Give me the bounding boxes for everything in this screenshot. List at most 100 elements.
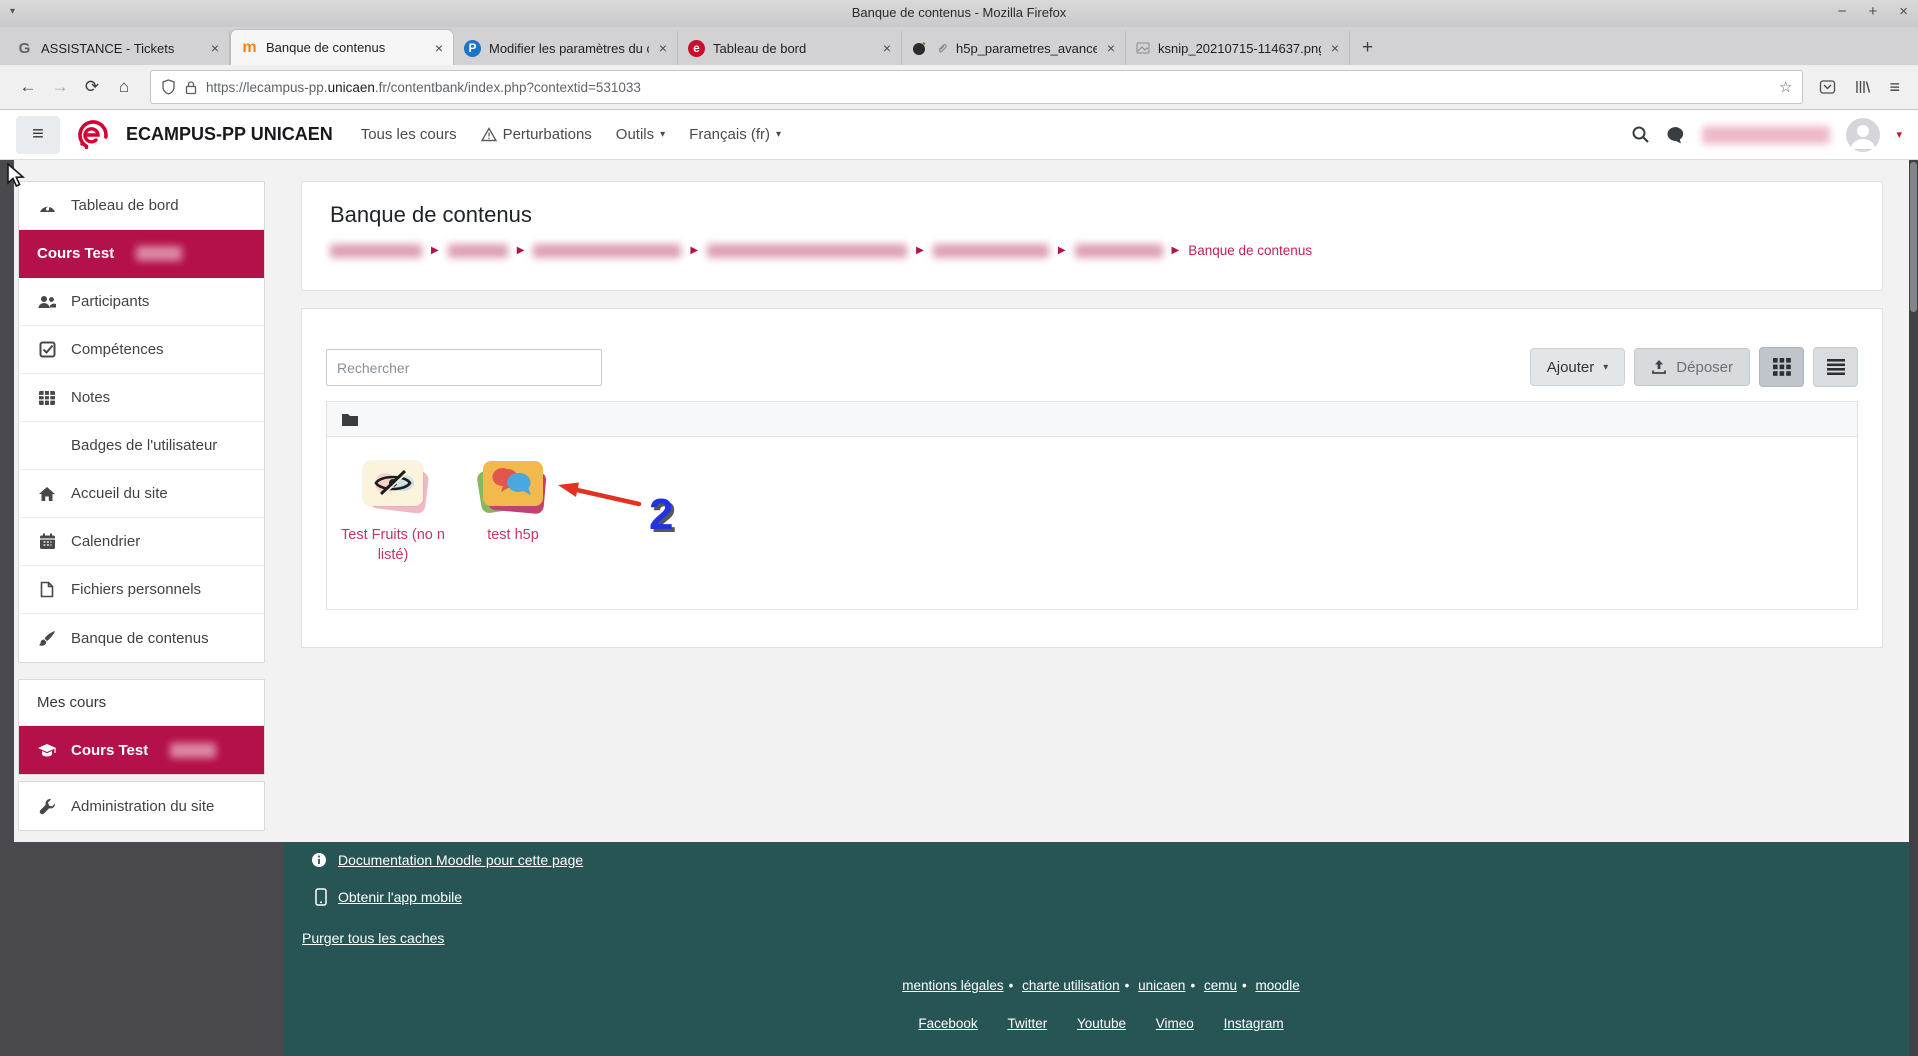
page-scrollbar[interactable] xyxy=(1909,160,1918,1056)
sidebar-item-tableau-de-bord[interactable]: Tableau de bord xyxy=(19,182,264,230)
avatar[interactable] xyxy=(1846,118,1880,152)
moodle-favicon: m xyxy=(241,39,258,56)
home-button[interactable]: ⌂ xyxy=(108,77,140,97)
window-maximize-button[interactable]: + xyxy=(1868,3,1877,20)
messages-icon[interactable] xyxy=(1666,126,1686,144)
tab-close-icon[interactable]: × xyxy=(881,40,893,56)
sidebar-item-competences[interactable]: Compétences xyxy=(19,326,264,374)
sidebar-item-administration[interactable]: Administration du site xyxy=(19,782,264,830)
tab-close-icon[interactable]: × xyxy=(1105,40,1117,56)
app-menu-icon[interactable]: ≡ xyxy=(1889,77,1900,98)
upload-button[interactable]: Déposer xyxy=(1634,348,1750,386)
nav-drawer: Tableau de bord Cours Test Participants xyxy=(18,181,265,831)
my-courses-block: Mes cours Cours Test xyxy=(18,679,265,775)
file-icon xyxy=(37,581,57,598)
tab-close-icon[interactable]: × xyxy=(209,40,221,56)
content-item-label[interactable]: test h5p xyxy=(487,526,539,546)
redacted-breadcrumb-segment[interactable] xyxy=(933,244,1049,258)
breadcrumb-arrow-icon: ▶ xyxy=(431,245,439,256)
sidebar-item-badges[interactable]: Badges de l'utilisateur xyxy=(19,422,264,470)
mobile-app-link[interactable]: Obtenir l'app mobile xyxy=(338,889,462,905)
tab-close-icon[interactable]: × xyxy=(433,40,445,56)
pocket-icon[interactable] xyxy=(1819,79,1836,95)
nav-outils-dropdown[interactable]: Outils▾ xyxy=(616,126,665,143)
redacted-course-suffix xyxy=(136,246,182,261)
tab-modifier-parametres[interactable]: P Modifier les paramètres du co × xyxy=(454,31,678,65)
link-instagram[interactable]: Instagram xyxy=(1224,1016,1284,1031)
redacted-breadcrumb-segment[interactable] xyxy=(707,244,907,258)
tab-ksnip-image[interactable]: ksnip_20210715-114637.png (Ima × xyxy=(1126,31,1350,65)
site-admin-block: Administration du site xyxy=(18,781,265,831)
sidebar-item-my-course-cours-test[interactable]: Cours Test xyxy=(19,726,264,774)
back-button[interactable]: ← xyxy=(12,77,44,97)
moodle-docs-link[interactable]: Documentation Moodle pour cette page xyxy=(338,852,583,868)
library-icon[interactable] xyxy=(1854,79,1871,95)
link-unicaen[interactable]: unicaen xyxy=(1138,978,1185,993)
forward-button[interactable]: → xyxy=(44,77,76,97)
redacted-course-suffix xyxy=(170,743,216,758)
sidebar-item-fichiers-personnels[interactable]: Fichiers personnels xyxy=(19,566,264,614)
scrollbar-thumb[interactable] xyxy=(1910,162,1917,312)
tab-banque-de-contenus[interactable]: m Banque de contenus × xyxy=(230,29,454,65)
content-item-test-h5p[interactable]: test h5p xyxy=(457,461,569,546)
link-moodle[interactable]: moodle xyxy=(1255,978,1299,993)
sidebar-item-cours-test[interactable]: Cours Test xyxy=(19,230,264,278)
tab-close-icon[interactable]: × xyxy=(657,40,669,56)
nav-perturbations[interactable]: Perturbations xyxy=(481,126,592,143)
tab-tableau-de-bord[interactable]: e Tableau de bord × xyxy=(678,31,902,65)
link-cemu[interactable]: cemu xyxy=(1204,978,1237,993)
nav-drawer-toggle-button[interactable]: ≡ xyxy=(16,116,60,154)
sidebar-item-notes[interactable]: Notes xyxy=(19,374,264,422)
tab-h5p-parametres[interactable]: h5p_parametres_avances [ × xyxy=(902,31,1126,65)
link-twitter[interactable]: Twitter xyxy=(1007,1016,1047,1031)
ecampus-favicon: e xyxy=(688,40,705,57)
content-item-test-fruits[interactable]: Test Fruits (no n listé) xyxy=(337,461,449,565)
redacted-breadcrumb-segment[interactable] xyxy=(448,244,508,258)
tab-label: Modifier les paramètres du co xyxy=(489,41,649,56)
grid-view-button[interactable] xyxy=(1759,347,1804,387)
link-vimeo[interactable]: Vimeo xyxy=(1156,1016,1194,1031)
content-list: Test Fruits (no n listé) xyxy=(326,401,1858,610)
link-youtube[interactable]: Youtube xyxy=(1077,1016,1126,1031)
purge-caches-link[interactable]: Purger tous les caches xyxy=(302,930,444,946)
link-charte-utilisation[interactable]: charte utilisation xyxy=(1022,978,1120,993)
shield-icon[interactable] xyxy=(161,79,176,95)
redacted-breadcrumb-segment[interactable] xyxy=(1075,244,1163,258)
window-close-button[interactable]: × xyxy=(1899,3,1908,20)
site-brand[interactable]: ECAMPUS-PP UNICAEN xyxy=(126,124,333,145)
content-list-header[interactable] xyxy=(327,402,1857,437)
new-tab-button[interactable]: + xyxy=(1362,37,1373,59)
site-favicon: G xyxy=(16,40,33,57)
redacted-breadcrumb-segment[interactable] xyxy=(533,244,681,258)
nav-language-dropdown[interactable]: Français (fr)▾ xyxy=(689,126,781,143)
username-redacted[interactable] xyxy=(1702,126,1830,144)
bookmark-star-icon[interactable]: ☆ xyxy=(1779,78,1792,96)
sidebar-item-participants[interactable]: Participants xyxy=(19,278,264,326)
search-input[interactable] xyxy=(326,349,602,386)
list-view-button[interactable] xyxy=(1813,347,1858,387)
user-menu-caret-icon[interactable]: ▾ xyxy=(1896,128,1902,141)
url-bar[interactable]: https://lecampus-pp.unicaen.fr/contentba… xyxy=(150,70,1803,104)
link-mentions-legales[interactable]: mentions légales xyxy=(902,978,1003,993)
window-minimize-button[interactable]: − xyxy=(1838,3,1847,20)
page-footer: Documentation Moodle pour cette page Obt… xyxy=(284,842,1918,1056)
tab-assistance[interactable]: G ASSISTANCE - Tickets × xyxy=(6,31,230,65)
social-links: Facebook Twitter Youtube Vimeo Instagram xyxy=(284,1016,1918,1031)
reload-button[interactable]: ⟳ xyxy=(76,77,108,97)
lock-icon[interactable] xyxy=(184,80,198,95)
search-icon[interactable] xyxy=(1631,125,1650,144)
tab-close-icon[interactable]: × xyxy=(1329,40,1341,56)
chevron-down-icon: ▾ xyxy=(1603,362,1608,373)
add-button[interactable]: Ajouter ▾ xyxy=(1530,348,1626,386)
nav-tous-les-cours[interactable]: Tous les cours xyxy=(361,126,457,143)
content-item-label[interactable]: Test Fruits (no n listé) xyxy=(337,526,449,565)
sidebar-item-calendrier[interactable]: Calendrier xyxy=(19,518,264,566)
url-text[interactable]: https://lecampus-pp.unicaen.fr/contentba… xyxy=(206,80,1771,95)
redacted-breadcrumb-segment[interactable] xyxy=(330,244,422,258)
check-square-icon xyxy=(37,341,57,358)
grid-icon xyxy=(1773,358,1791,376)
sidebar-item-accueil-du-site[interactable]: Accueil du site xyxy=(19,470,264,518)
folder-icon xyxy=(341,412,359,427)
sidebar-item-banque-de-contenus[interactable]: Banque de contenus xyxy=(19,614,264,662)
link-facebook[interactable]: Facebook xyxy=(918,1016,977,1031)
